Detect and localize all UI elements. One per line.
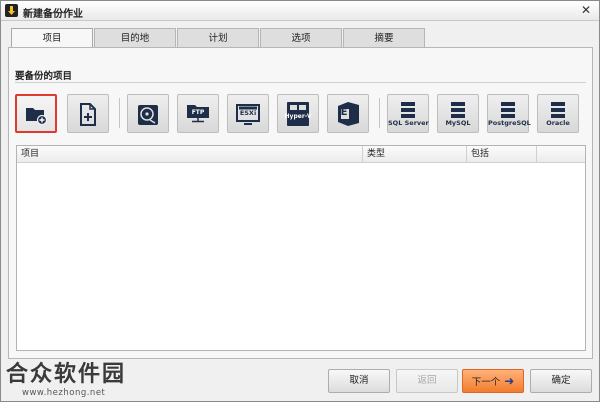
close-icon[interactable]: ✕ <box>579 4 593 17</box>
toolbar-separator <box>379 98 380 128</box>
section-title: 要备份的项目 <box>15 71 73 82</box>
next-button[interactable]: 下一个 ➜ <box>462 369 524 393</box>
section-divider <box>15 82 586 83</box>
oracle-label: Oracle <box>546 119 570 127</box>
add-oracle-button[interactable]: Oracle <box>537 94 579 133</box>
ok-button[interactable]: 确定 <box>530 369 592 393</box>
tab-schedule[interactable]: 计划 <box>177 28 259 48</box>
button-bar: 取消 返回 下一个 ➜ 确定 <box>1 361 599 401</box>
sql-server-label: SQL Server <box>388 119 429 127</box>
title-bar: 新建备份作业 ✕ <box>1 1 599 21</box>
column-header-item[interactable]: 项目 <box>17 146 363 162</box>
cancel-button[interactable]: 取消 <box>328 369 390 393</box>
mysql-label: MySQL <box>445 119 471 127</box>
hyperv-label: Hyper-V <box>284 113 312 120</box>
ftp-label: FTP <box>191 109 205 116</box>
add-ftp-button[interactable]: FTP <box>177 94 219 133</box>
tab-options[interactable]: 选项 <box>260 28 342 48</box>
file-plus-icon <box>78 103 98 130</box>
items-tab-panel: 要备份的项目 FTP ESXi Hyper-V E SQL Server MyS… <box>8 47 593 359</box>
tab-destination[interactable]: 目的地 <box>94 28 176 48</box>
backup-job-window: 新建备份作业 ✕ 项目 目的地 计划 选项 摘要 要备份的项目 FTP ESXi… <box>0 0 600 402</box>
folder-plus-icon <box>25 105 48 128</box>
add-hyperv-button[interactable]: Hyper-V <box>277 94 319 133</box>
app-icon <box>5 4 18 17</box>
exchange-label: E <box>340 107 348 118</box>
next-label: 下一个 <box>471 377 501 388</box>
back-button[interactable]: 返回 <box>396 369 458 393</box>
arrow-right-icon: ➜ <box>504 374 515 388</box>
add-exchange-button[interactable]: E <box>327 94 369 133</box>
list-header: 项目 类型 包括 <box>17 146 585 163</box>
window-title: 新建备份作业 <box>23 9 83 20</box>
tab-items[interactable]: 项目 <box>11 28 93 49</box>
disk-icon <box>136 103 160 130</box>
backup-items-list[interactable]: 项目 类型 包括 <box>16 145 586 351</box>
toolbar-separator <box>119 98 120 128</box>
tab-summary[interactable]: 摘要 <box>343 28 425 48</box>
postgresql-label: PostgreSQL <box>488 119 531 127</box>
add-postgresql-button[interactable]: PostgreSQL <box>487 94 531 133</box>
add-file-button[interactable] <box>67 94 109 133</box>
esxi-label: ESXi <box>239 109 257 117</box>
add-folder-button[interactable] <box>15 94 57 133</box>
add-esxi-button[interactable]: ESXi <box>227 94 269 133</box>
add-mysql-button[interactable]: MySQL <box>437 94 479 133</box>
add-sql-server-button[interactable]: SQL Server <box>387 94 429 133</box>
column-header-type[interactable]: 类型 <box>363 146 467 162</box>
add-disk-button[interactable] <box>127 94 169 133</box>
column-header-include[interactable]: 包括 <box>467 146 537 162</box>
